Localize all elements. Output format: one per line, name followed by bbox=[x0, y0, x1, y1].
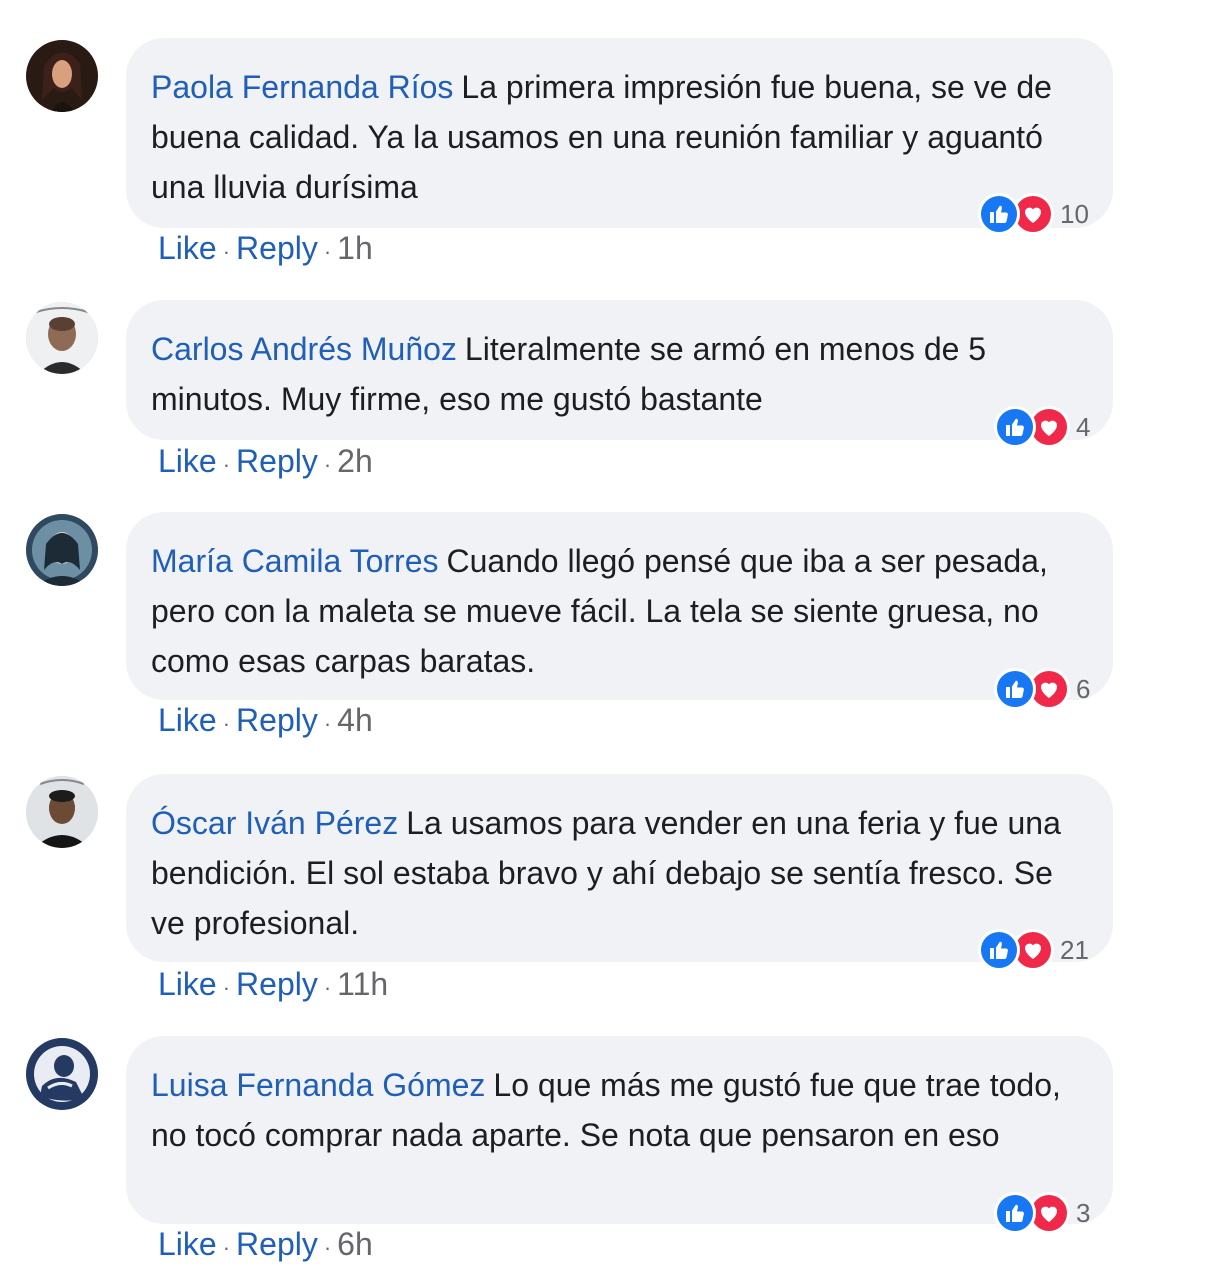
comment-actions: Like · Reply · 6h bbox=[158, 1226, 373, 1263]
like-link[interactable]: Like bbox=[158, 230, 217, 267]
reaction-summary[interactable]: 3 bbox=[994, 1192, 1090, 1234]
separator: · bbox=[323, 711, 332, 736]
separator: · bbox=[222, 975, 231, 1000]
comment-actions: Like · Reply · 1h bbox=[158, 230, 373, 267]
reaction-summary[interactable]: 21 bbox=[978, 929, 1089, 971]
reaction-count: 6 bbox=[1076, 673, 1091, 704]
reply-link[interactable]: Reply bbox=[236, 702, 318, 739]
like-reaction-icon bbox=[978, 929, 1020, 971]
reaction-summary[interactable]: 6 bbox=[994, 668, 1090, 710]
comment-bubble: Óscar Iván Pérez La usamos para vender en… bbox=[126, 774, 1113, 962]
reaction-summary[interactable]: 4 bbox=[994, 406, 1090, 448]
like-link[interactable]: Like bbox=[158, 966, 217, 1003]
avatar[interactable] bbox=[26, 40, 98, 112]
avatar[interactable] bbox=[26, 776, 98, 848]
reply-link[interactable]: Reply bbox=[236, 966, 318, 1003]
author-name[interactable]: Óscar Iván Pérez bbox=[151, 805, 398, 841]
author-name[interactable]: Luisa Fernanda Gómez bbox=[151, 1067, 485, 1103]
reaction-count: 10 bbox=[1060, 198, 1089, 229]
reaction-summary[interactable]: 10 bbox=[978, 193, 1089, 235]
reaction-count: 4 bbox=[1076, 411, 1091, 442]
reply-link[interactable]: Reply bbox=[236, 1226, 318, 1263]
separator: · bbox=[323, 1235, 332, 1260]
comment-bubble: Luisa Fernanda Gómez Lo que más me gustó … bbox=[126, 1036, 1113, 1224]
avatar[interactable] bbox=[26, 514, 98, 586]
timestamp[interactable]: 11h bbox=[337, 966, 388, 1003]
like-link[interactable]: Like bbox=[158, 1226, 217, 1263]
timestamp[interactable]: 6h bbox=[337, 1226, 373, 1263]
separator: · bbox=[323, 239, 332, 264]
timestamp[interactable]: 1h bbox=[337, 230, 373, 267]
author-name[interactable]: Carlos Andrés Muñoz bbox=[151, 331, 457, 367]
comment-actions: Like · Reply · 2h bbox=[158, 443, 373, 480]
reaction-count: 21 bbox=[1060, 934, 1089, 965]
separator: · bbox=[222, 239, 231, 264]
like-link[interactable]: Like bbox=[158, 702, 217, 739]
reaction-count: 3 bbox=[1076, 1197, 1091, 1228]
avatar[interactable] bbox=[26, 302, 98, 374]
like-reaction-icon bbox=[994, 668, 1036, 710]
author-name[interactable]: Paola Fernanda Ríos bbox=[151, 69, 453, 105]
like-reaction-icon bbox=[994, 406, 1036, 448]
reply-link[interactable]: Reply bbox=[236, 230, 318, 267]
comment-bubble: Carlos Andrés Muñoz Literalmente se armó … bbox=[126, 300, 1113, 440]
like-reaction-icon bbox=[978, 193, 1020, 235]
comment-actions: Like · Reply · 4h bbox=[158, 702, 373, 739]
comment-actions: Like · Reply · 11h bbox=[158, 966, 388, 1003]
separator: · bbox=[222, 711, 231, 736]
timestamp[interactable]: 2h bbox=[337, 443, 373, 480]
separator: · bbox=[222, 452, 231, 477]
separator: · bbox=[323, 975, 332, 1000]
like-link[interactable]: Like bbox=[158, 443, 217, 480]
avatar[interactable] bbox=[26, 1038, 98, 1110]
separator: · bbox=[323, 452, 332, 477]
like-reaction-icon bbox=[994, 1192, 1036, 1234]
separator: · bbox=[222, 1235, 231, 1260]
timestamp[interactable]: 4h bbox=[337, 702, 373, 739]
comment-bubble: Paola Fernanda Ríos La primera impresión … bbox=[126, 38, 1113, 228]
reply-link[interactable]: Reply bbox=[236, 443, 318, 480]
comment-bubble: María Camila Torres Cuando llegó pensé qu… bbox=[126, 512, 1113, 700]
author-name[interactable]: María Camila Torres bbox=[151, 543, 438, 579]
